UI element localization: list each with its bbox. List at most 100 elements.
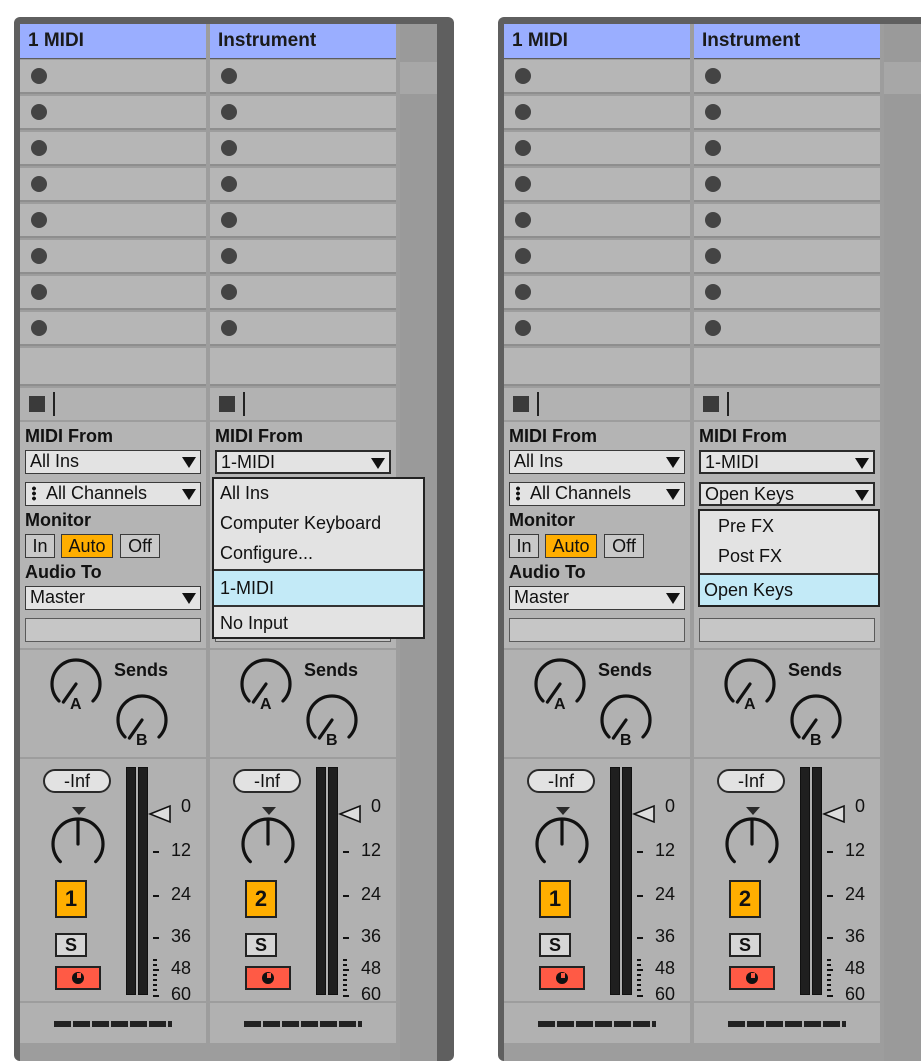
menu-item[interactable]: All Ins — [214, 479, 423, 507]
track-header[interactable]: 1 MIDI — [20, 24, 206, 59]
menu-item[interactable]: Computer Keyboard — [214, 509, 423, 537]
clip-launch-circle-icon[interactable] — [705, 68, 721, 84]
clip-launch-circle-icon[interactable] — [31, 248, 47, 264]
clip-slot[interactable] — [210, 240, 396, 274]
clip-slot[interactable] — [210, 96, 396, 130]
clip-slot[interactable] — [20, 204, 206, 238]
pan-knob[interactable] — [47, 813, 107, 873]
monitor-auto-button[interactable]: Auto — [545, 534, 597, 558]
stop-icon[interactable] — [219, 396, 235, 412]
output-channel-field[interactable] — [699, 618, 875, 642]
clip-slot[interactable] — [694, 240, 880, 274]
clip-slot[interactable] — [504, 60, 690, 94]
menu-item[interactable]: Configure... — [214, 539, 423, 567]
solo-button[interactable]: S — [245, 933, 277, 957]
clip-launch-circle-icon[interactable] — [31, 68, 47, 84]
peak-triangle-left-icon[interactable] — [822, 804, 846, 824]
empty-clip-slot[interactable] — [504, 348, 690, 386]
input-channel-dropdown[interactable]: All Channels — [25, 482, 201, 506]
arm-button[interactable] — [729, 966, 775, 990]
clip-slot[interactable] — [694, 168, 880, 202]
menu-item[interactable]: No Input — [214, 609, 423, 637]
track-activator-button[interactable]: 2 — [245, 880, 277, 918]
stop-icon[interactable] — [29, 396, 45, 412]
clip-launch-circle-icon[interactable] — [515, 320, 531, 336]
clip-slot[interactable] — [694, 204, 880, 238]
clip-launch-circle-icon[interactable] — [705, 176, 721, 192]
pan-knob[interactable] — [531, 813, 591, 873]
clip-slot[interactable] — [694, 276, 880, 310]
clip-slot[interactable] — [20, 60, 206, 94]
audio-to-dropdown[interactable]: Master — [509, 586, 685, 610]
clip-slot[interactable] — [20, 96, 206, 130]
clip-slot[interactable] — [694, 96, 880, 130]
stop-icon[interactable] — [703, 396, 719, 412]
clip-launch-circle-icon[interactable] — [221, 320, 237, 336]
input-type-dropdown[interactable]: 1-MIDI — [215, 450, 391, 474]
clip-launch-circle-icon[interactable] — [31, 284, 47, 300]
clip-slot[interactable] — [210, 204, 396, 238]
clip-slot[interactable] — [694, 132, 880, 166]
send-a-knob[interactable]: A — [238, 654, 298, 718]
clip-launch-circle-icon[interactable] — [705, 140, 721, 156]
send-a-knob[interactable]: A — [48, 654, 108, 718]
send-a-knob[interactable]: A — [532, 654, 592, 718]
volume-field[interactable]: -Inf — [233, 769, 301, 793]
volume-field[interactable]: -Inf — [43, 769, 111, 793]
arm-button[interactable] — [245, 966, 291, 990]
input-channel-dropdown[interactable]: Open Keys — [699, 482, 875, 506]
clip-slot[interactable] — [694, 60, 880, 94]
clip-slot[interactable] — [20, 168, 206, 202]
clip-launch-circle-icon[interactable] — [31, 320, 47, 336]
clip-slot[interactable] — [504, 312, 690, 346]
clip-launch-circle-icon[interactable] — [515, 212, 531, 228]
clip-launch-circle-icon[interactable] — [221, 248, 237, 264]
clip-slot[interactable] — [504, 240, 690, 274]
clip-launch-circle-icon[interactable] — [221, 140, 237, 156]
monitor-in-button[interactable]: In — [509, 534, 539, 558]
clip-slot[interactable] — [504, 132, 690, 166]
crossfade-assign-strip[interactable] — [244, 1021, 362, 1027]
clip-launch-circle-icon[interactable] — [515, 140, 531, 156]
clip-launch-circle-icon[interactable] — [221, 212, 237, 228]
volume-field[interactable]: -Inf — [527, 769, 595, 793]
clip-slot[interactable] — [210, 168, 396, 202]
output-channel-field[interactable] — [509, 618, 685, 642]
clip-slot[interactable] — [20, 276, 206, 310]
peak-triangle-left-icon[interactable] — [338, 804, 362, 824]
send-b-knob[interactable]: B — [598, 690, 658, 754]
clip-launch-circle-icon[interactable] — [705, 320, 721, 336]
peak-triangle-left-icon[interactable] — [148, 804, 172, 824]
track-activator-button[interactable]: 1 — [55, 880, 87, 918]
clip-slot[interactable] — [210, 312, 396, 346]
monitor-off-button[interactable]: Off — [604, 534, 644, 558]
clip-launch-circle-icon[interactable] — [221, 104, 237, 120]
input-channel-dropdown[interactable]: All Channels — [509, 482, 685, 506]
clip-slot[interactable] — [504, 168, 690, 202]
send-b-knob[interactable]: B — [788, 690, 848, 754]
menu-item[interactable]: Open Keys — [700, 575, 878, 605]
clip-launch-circle-icon[interactable] — [515, 284, 531, 300]
peak-triangle-left-icon[interactable] — [632, 804, 656, 824]
clip-launch-circle-icon[interactable] — [31, 140, 47, 156]
send-b-knob[interactable]: B — [304, 690, 364, 754]
clip-launch-circle-icon[interactable] — [515, 176, 531, 192]
clip-launch-circle-icon[interactable] — [221, 68, 237, 84]
output-channel-field[interactable] — [25, 618, 201, 642]
crossfade-assign-strip[interactable] — [54, 1021, 172, 1027]
clip-slot[interactable] — [210, 60, 396, 94]
pan-knob[interactable] — [237, 813, 297, 873]
arm-button[interactable] — [539, 966, 585, 990]
clip-slot[interactable] — [694, 312, 880, 346]
volume-field[interactable]: -Inf — [717, 769, 785, 793]
monitor-off-button[interactable]: Off — [120, 534, 160, 558]
track-activator-button[interactable]: 1 — [539, 880, 571, 918]
empty-clip-slot[interactable] — [210, 348, 396, 386]
send-b-knob[interactable]: B — [114, 690, 174, 754]
crossfade-assign-strip[interactable] — [538, 1021, 656, 1027]
clip-slot[interactable] — [20, 312, 206, 346]
input-type-dropdown[interactable]: 1-MIDI — [699, 450, 875, 474]
solo-button[interactable]: S — [539, 933, 571, 957]
audio-to-dropdown[interactable]: Master — [25, 586, 201, 610]
clip-launch-circle-icon[interactable] — [31, 176, 47, 192]
